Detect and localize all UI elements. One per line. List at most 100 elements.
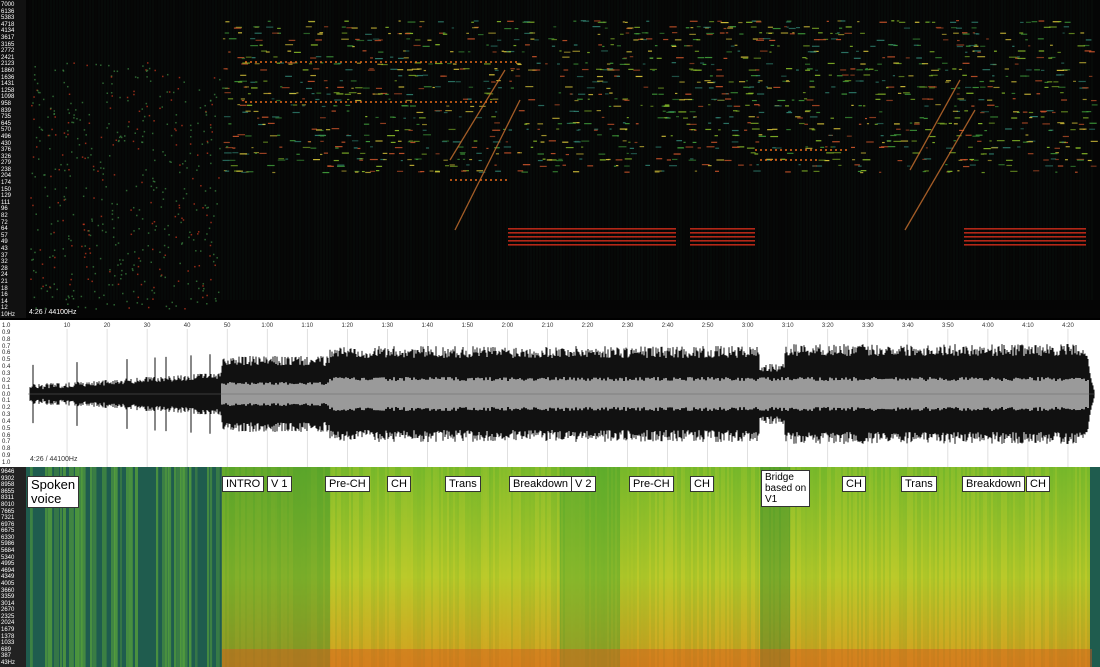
axis-tick-label: 6136 [1, 8, 15, 15]
axis-tick-label: 18 [1, 285, 8, 292]
axis-tick-label: 1636 [1, 74, 15, 81]
time-tick-label: 30 [143, 323, 151, 329]
section-label: V 1 [267, 476, 292, 492]
time-tick-label: 2:00 [501, 323, 514, 329]
axis-tick-label: 2123 [1, 61, 15, 68]
axis-tick-label: 0.2 [2, 405, 11, 412]
section-label: Breakdown [509, 476, 573, 492]
axis-tick-label: 3660 [1, 587, 15, 594]
time-tick-label: 40 [183, 323, 191, 329]
spectrogram-caption: 4:26 / 44100Hz [29, 309, 77, 316]
axis-tick-label: 839 [1, 107, 12, 114]
time-tick-label: 3:40 [901, 323, 914, 329]
axis-tick-label: 0.2 [2, 377, 11, 384]
axis-tick-label: 238 [1, 166, 12, 173]
axis-tick-label: 0.9 [2, 329, 11, 336]
axis-tick-label: 57 [1, 232, 8, 239]
time-tick-label: 1:50 [461, 323, 474, 329]
axis-tick-label: 4349 [1, 574, 15, 581]
time-tick-label: 4:00 [982, 323, 994, 329]
section-label: CH [387, 476, 411, 492]
axis-tick-label: 1.0 [2, 323, 11, 329]
section-label: V 2 [571, 476, 596, 492]
axis-tick-label: 645 [1, 120, 12, 127]
axis-tick-label: 6976 [1, 521, 15, 528]
axis-tick-label: 82 [1, 213, 8, 220]
axis-tick-label: 0.7 [2, 439, 11, 446]
time-tick-label: 2:20 [581, 323, 594, 329]
axis-tick-label: 0.8 [2, 446, 11, 453]
time-tick-label: 1:40 [421, 323, 434, 329]
axis-tick-label: 1098 [1, 94, 15, 101]
frequency-map-axis: 9646 9302 8958 8655 8311 8010 7665 7321 6976 6675… [0, 467, 26, 667]
axis-tick-label: 174 [1, 180, 12, 187]
axis-tick-label: 4995 [1, 561, 15, 568]
axis-tick-label: 8655 [1, 488, 15, 495]
waveform-caption: 4:26 / 44100Hz [30, 456, 78, 463]
pitch-sweeps [449, 69, 976, 231]
axis-tick-label: 0.1 [2, 398, 11, 405]
axis-tick-label: 72 [1, 219, 8, 226]
axis-tick-label: 0.5 [2, 425, 11, 432]
axis-tick-label: 5383 [1, 15, 15, 22]
time-tick-label: 3:50 [942, 323, 954, 329]
axis-tick-label: 6330 [1, 534, 15, 541]
axis-tick-label: 0.1 [2, 384, 11, 391]
axis-tick-label: 0.6 [2, 350, 11, 357]
time-tick-label: 4:10 [1022, 323, 1034, 329]
waveform-canvas [28, 329, 1095, 467]
axis-tick-label: 204 [1, 173, 12, 180]
time-tick-label: 3:30 [861, 323, 874, 329]
axis-tick-label: 12 [1, 305, 8, 312]
spectrogram-panel[interactable]: 7000 6136 5383 4718 4134 3617 3165 2772 2421 2123… [0, 0, 1100, 318]
axis-tick-label: 2325 [1, 613, 15, 620]
time-tick-label: 3:10 [781, 323, 794, 329]
axis-tick-label: 49 [1, 239, 8, 246]
axis-tick-label: 37 [1, 252, 8, 259]
axis-tick-label: 1033 [1, 640, 15, 647]
axis-tick-label: 2670 [1, 607, 15, 614]
axis-tick-label: 8958 [1, 482, 15, 489]
time-tick-label: 1:30 [381, 323, 394, 329]
waveform-panel[interactable]: 1.0 0.9 0.8 0.7 0.6 0.5 0.4 0.3 0.2 0.1 0.0 0.1 0.2 0… [0, 320, 1100, 467]
axis-tick-label: 5340 [1, 554, 15, 561]
axis-tick-label: 5986 [1, 541, 15, 548]
section-label: CH [842, 476, 866, 492]
time-tick-label: 1:00 [261, 323, 274, 329]
time-tick-label: 2:10 [541, 323, 554, 329]
axis-tick-label: 1860 [1, 67, 15, 74]
time-tick-label: 2:40 [661, 323, 674, 329]
axis-tick-label: 6675 [1, 528, 15, 535]
axis-tick-label: 0.4 [2, 364, 11, 371]
section-label: Pre-CH [325, 476, 370, 492]
axis-tick-label: 1431 [1, 81, 15, 88]
axis-tick-label: 0.7 [2, 343, 11, 350]
axis-tick-label: 7000 [1, 2, 15, 8]
axis-tick-label: 16 [1, 292, 8, 299]
axis-tick-label: 4694 [1, 567, 15, 574]
spectrogram-frequency-axis: 7000 6136 5383 4718 4134 3617 3165 2772 2421 2123… [0, 0, 26, 318]
section-label: Breakdown [962, 476, 1026, 492]
axis-tick-label: 2421 [1, 54, 15, 61]
axis-tick-label: 0.3 [2, 412, 11, 419]
axis-tick-label: 570 [1, 127, 12, 134]
axis-tick-label: 129 [1, 193, 12, 200]
frequency-map-panel[interactable]: 9646 9302 8958 8655 8311 8010 7665 7321 6976 6675… [0, 467, 1100, 667]
axis-tick-label: 43 [1, 246, 8, 253]
axis-tick-label: 0.4 [2, 418, 11, 425]
axis-tick-label: 0.8 [2, 336, 11, 343]
section-label: CH [690, 476, 714, 492]
section-label: Spoken voice [27, 476, 79, 508]
axis-tick-label: 21 [1, 279, 8, 286]
axis-tick-label: 28 [1, 265, 8, 272]
axis-tick-label: 1.0 [2, 460, 11, 466]
axis-tick-label: 326 [1, 153, 12, 160]
axis-tick-label: 4718 [1, 21, 15, 28]
low-frequency-band [222, 649, 1092, 667]
axis-tick-label: 496 [1, 133, 12, 140]
time-tick-label: 10 [63, 323, 71, 329]
axis-tick-label: 64 [1, 226, 8, 233]
axis-tick-label: 10Hz [1, 312, 16, 318]
axis-tick-label: 279 [1, 160, 12, 167]
axis-tick-label: 43Hz [1, 660, 16, 666]
